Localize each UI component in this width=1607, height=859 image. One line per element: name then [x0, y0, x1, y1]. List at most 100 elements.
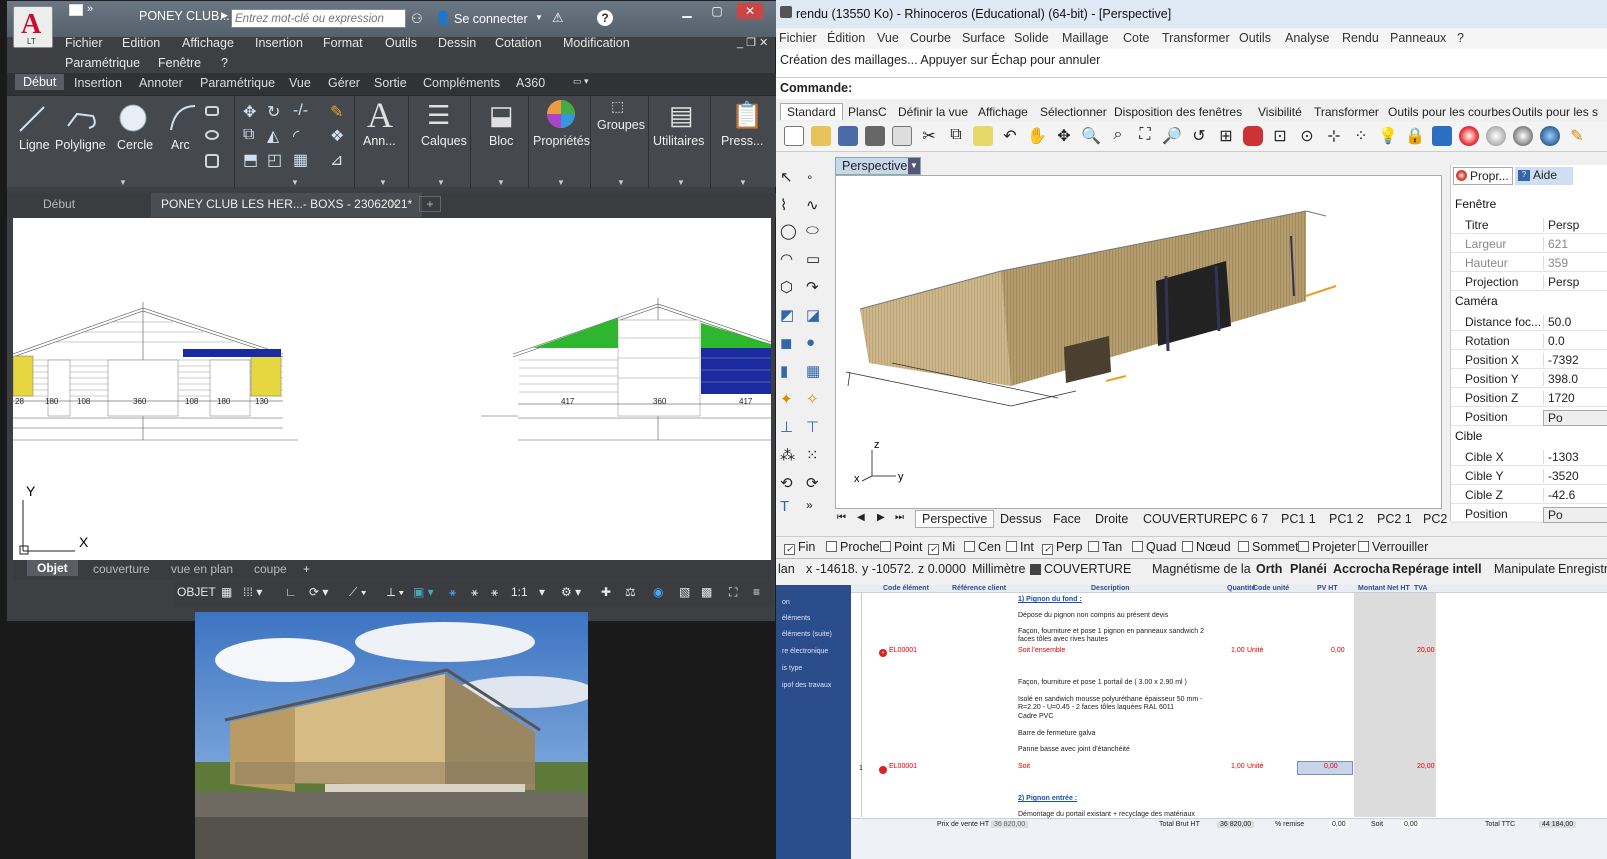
fillet-curve-icon[interactable]: ↷ [806, 278, 819, 296]
lock-icon[interactable]: 🔒 [1405, 126, 1425, 146]
minimize-button[interactable]: ▁ [674, 3, 700, 19]
status-model-space[interactable]: OBJET [177, 585, 216, 599]
copy-icon[interactable]: ⧉ [243, 126, 254, 144]
binoculars-icon[interactable]: ⚇ [411, 11, 423, 27]
zoom-selected-icon[interactable]: 🔎 [1162, 126, 1182, 146]
layout-tab-coupe[interactable]: coupe [254, 562, 287, 576]
ungroup-icon[interactable]: ⁙ [806, 446, 819, 464]
shaded-sphere-icon[interactable] [1486, 126, 1506, 146]
mirror-icon[interactable]: ◭ [267, 126, 279, 146]
footer-remise-input[interactable]: 0,00 [1329, 821, 1349, 828]
osnap-cen[interactable]: Cen [964, 540, 1001, 554]
polygon-icon[interactable]: ⬡ [780, 278, 793, 296]
grid-icon[interactable]: ⊡ [1270, 126, 1290, 146]
layers-icon[interactable]: ☰ [427, 100, 450, 131]
layout-tab-couverture[interactable]: couverture [93, 562, 150, 576]
next-tab-icon[interactable]: ▶ [877, 512, 885, 523]
four-views-icon[interactable]: ⊞ [1216, 126, 1236, 146]
exchange-icon[interactable]: ⚠ [552, 10, 564, 26]
vtab-pc21[interactable]: PC2 1 [1377, 512, 1412, 526]
tool-bloc[interactable]: Bloc [489, 134, 513, 148]
customization-menu-icon[interactable]: ≡ [753, 585, 760, 599]
curvature-icon[interactable]: ⟳ [806, 474, 819, 492]
rectangle-icon[interactable] [205, 106, 219, 116]
polar-icon[interactable]: ⟳ ▾ [309, 585, 328, 599]
annotation-autoscale-icon[interactable]: ⚹ [471, 585, 478, 600]
text-object-icon[interactable]: T [780, 498, 789, 515]
isolate-objects-icon[interactable]: ▩ [701, 585, 712, 599]
zoom-icon[interactable]: 🔍 [1081, 126, 1101, 146]
close-button[interactable]: ✕ [737, 3, 763, 19]
menu-fenetre[interactable]: Fenêtre [158, 56, 201, 70]
array-icon[interactable]: ▦ [293, 150, 308, 170]
select-icon[interactable]: ⊹ [1324, 126, 1344, 146]
tab-complements[interactable]: Compléments [423, 76, 500, 90]
osnap-tan[interactable]: Tan [1088, 540, 1122, 554]
tool-ligne[interactable]: Ligne [19, 138, 50, 152]
rh-menu-transformer[interactable]: Transformer [1162, 31, 1230, 45]
sidebar-item[interactable]: on [782, 599, 790, 606]
hatch-icon[interactable] [205, 130, 219, 140]
section-icon[interactable]: ⊤ [806, 418, 819, 436]
checkbox-checked-icon[interactable]: ✓ [1042, 544, 1053, 555]
menu-outils[interactable]: Outils [385, 36, 417, 50]
checkbox-icon[interactable] [880, 541, 891, 552]
tbtab-visibilite[interactable]: Visibilité [1258, 105, 1302, 119]
arc-icon[interactable] [167, 102, 199, 134]
hardware-accel-icon[interactable]: ▧ [679, 585, 690, 599]
offset-icon[interactable]: ⊿ [330, 150, 343, 170]
checkbox-icon[interactable] [964, 541, 975, 552]
grid-icon[interactable]: ▦ [221, 585, 232, 599]
add-layout-icon[interactable]: + [303, 562, 310, 576]
status-grid-snap[interactable]: Magnétisme de la [1152, 562, 1251, 576]
tbtab-disposition[interactable]: Disposition des fenêtres [1114, 105, 1242, 119]
prop-value[interactable]: Persp [1543, 275, 1607, 289]
surface-icon[interactable]: ◩ [780, 306, 794, 324]
tool-proprietes[interactable]: Propriétés [533, 134, 590, 148]
point-icon[interactable]: ∘ [806, 170, 814, 184]
vtab-perspective[interactable]: Perspective [915, 510, 995, 528]
autocad-app-button[interactable]: A LT [13, 6, 53, 48]
ortho-icon[interactable]: ∟ [285, 585, 297, 599]
doc-min-icon[interactable]: _ ❐ ✕ [737, 36, 768, 49]
rh-menu-help[interactable]: ? [1457, 31, 1464, 45]
row-description[interactable]: Soit [1018, 763, 1030, 770]
checkbox-icon[interactable] [1238, 541, 1249, 552]
tool-annotation[interactable]: Ann... [363, 134, 396, 148]
osnap-tracking-icon[interactable]: ⟋ ▾ [349, 585, 367, 600]
save-icon[interactable] [838, 126, 858, 146]
undo-view-icon[interactable]: ↺ [1189, 126, 1209, 146]
rh-menu-solide[interactable]: Solide [1014, 31, 1049, 45]
sidebar-item[interactable]: éléments (suite) [782, 631, 832, 638]
rh-menu-outils[interactable]: Outils [1239, 31, 1271, 45]
rh-menu-edition[interactable]: Édition [827, 31, 865, 45]
chevron-down-icon[interactable]: ▼ [535, 13, 543, 22]
ellipse-icon[interactable]: ⬭ [806, 222, 819, 239]
help-icon[interactable]: ? [597, 10, 613, 26]
status-gumball[interactable]: Manipulate [1494, 562, 1555, 576]
sidebar-item[interactable]: ipof des travaux [782, 682, 831, 689]
osnap-noeud[interactable]: Nœud [1182, 540, 1231, 554]
ribbon-toggle-icon[interactable]: ▭ ▾ [573, 76, 589, 87]
prop-value[interactable]: 0.0 [1543, 334, 1607, 348]
status-history[interactable]: Enregistre [1558, 562, 1607, 576]
cplane-icon[interactable]: ⊙ [1297, 126, 1317, 146]
osnap-verrouiller[interactable]: Verrouiller [1358, 540, 1428, 554]
row-code[interactable]: EL00001 [889, 763, 917, 770]
status-ortho[interactable]: Orth [1256, 562, 1282, 576]
vtab-pc12[interactable]: PC1 2 [1329, 512, 1364, 526]
rh-menu-vue[interactable]: Vue [877, 31, 899, 45]
menu-modification[interactable]: Modification [563, 36, 630, 50]
osnap-int[interactable]: Int [1006, 540, 1034, 554]
status-smarttrack[interactable]: Repérage intell [1392, 562, 1482, 576]
vtab-pc67[interactable]: PC 6 7 [1230, 512, 1268, 526]
osnap-quad[interactable]: Quad [1132, 540, 1177, 554]
boolean-icon[interactable]: ✧ [806, 390, 819, 408]
menu-format[interactable]: Format [323, 36, 363, 50]
mesh-icon[interactable]: ▦ [806, 362, 820, 380]
transform-icon[interactable]: ✦ [780, 390, 793, 408]
workspace-gear-icon[interactable]: ⚙ ▾ [561, 585, 581, 599]
command-line[interactable]: Commande: [776, 77, 1607, 99]
prop-value[interactable]: 50.0 [1543, 315, 1607, 329]
new-tab-icon[interactable]: + [419, 196, 441, 212]
